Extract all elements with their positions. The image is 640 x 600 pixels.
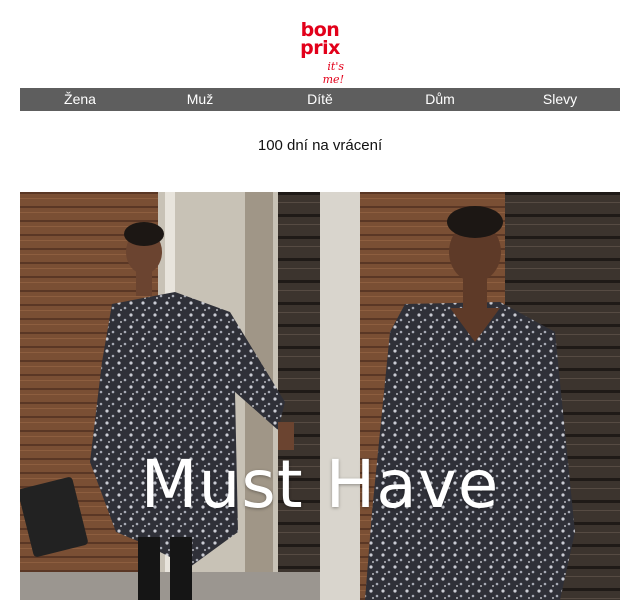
logo-tagline: it's me! (322, 60, 344, 86)
brand-logo[interactable]: bon prix it's me! (0, 20, 640, 87)
main-nav: Žena Muž Dítě Dům Slevy (20, 88, 620, 111)
hero-image (20, 192, 620, 600)
hero-banner[interactable] (20, 192, 620, 600)
nav-item-dum[interactable]: Dům (380, 88, 500, 111)
promo-banner-text: 100 dní na vrácení (257, 137, 383, 154)
logo-text-prix: prix (300, 37, 340, 59)
nav-item-dite[interactable]: Dítě (260, 88, 380, 111)
hero-title: Must Have (140, 446, 500, 523)
nav-item-muz[interactable]: Muž (140, 88, 260, 111)
nav-item-zena[interactable]: Žena (20, 88, 140, 111)
nav-item-slevy[interactable]: Slevy (500, 88, 620, 111)
